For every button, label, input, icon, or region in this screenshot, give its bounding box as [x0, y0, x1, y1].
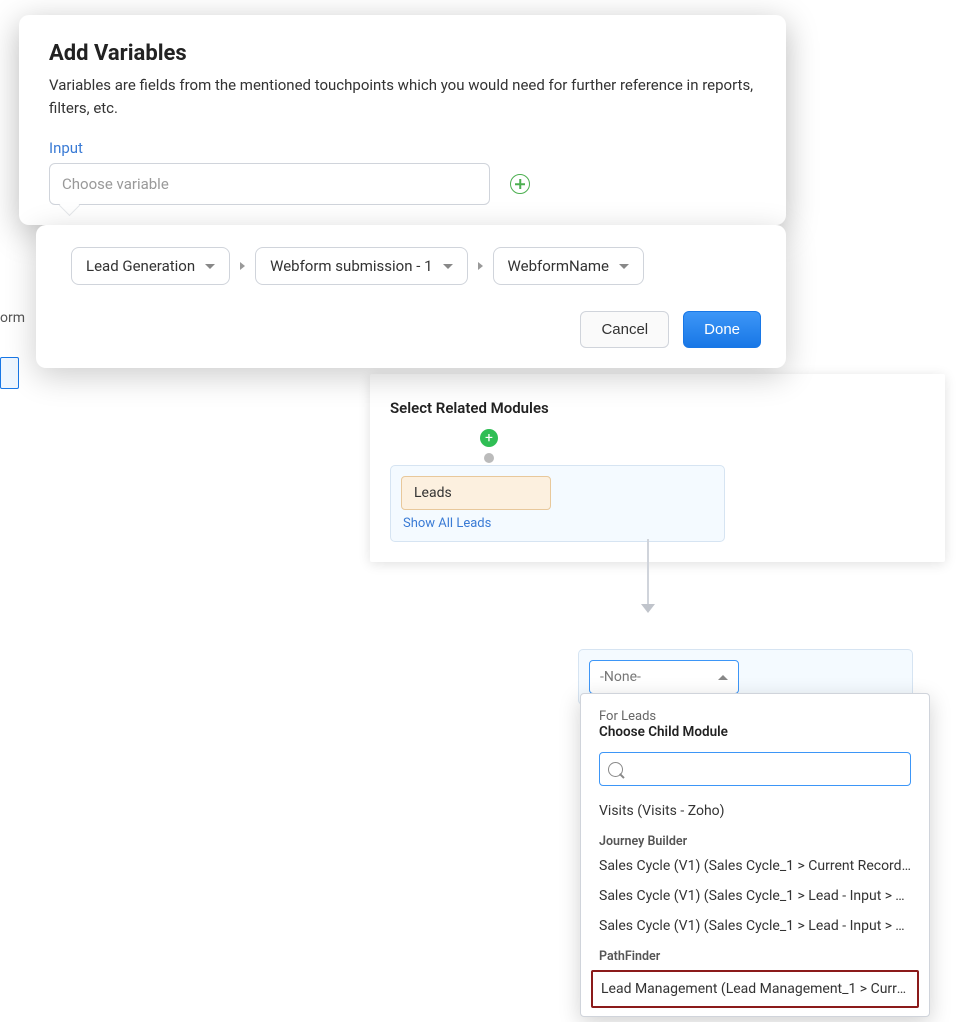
breadcrumb-sep: [240, 262, 245, 270]
done-button[interactable]: Done: [683, 311, 761, 348]
leads-chip[interactable]: Leads: [401, 476, 551, 510]
background-selected-box: [0, 357, 19, 389]
input-label: Input: [49, 139, 756, 157]
dropdown-context: For Leads: [599, 709, 656, 724]
cancel-button[interactable]: Cancel: [580, 311, 669, 348]
crumb-lead-generation[interactable]: Lead Generation: [71, 247, 230, 285]
choose-variable-placeholder: Choose variable: [62, 175, 169, 193]
child-module-select[interactable]: -None-: [589, 660, 739, 694]
chevron-up-icon: [718, 675, 728, 680]
breadcrumb: Lead Generation Webform submission - 1 W…: [71, 247, 761, 285]
dropdown-group-journey-builder: Journey Builder: [581, 826, 929, 851]
crumb-label: WebformName: [508, 257, 609, 275]
add-variables-dialog: Add Variables Variables are fields from …: [19, 15, 786, 225]
chevron-down-icon: [619, 264, 629, 269]
module-tree: + Leads Show All Leads: [390, 465, 925, 542]
search-icon: [608, 762, 623, 777]
dropdown-group-pathfinder: PathFinder: [581, 941, 929, 966]
related-modules-panel: Select Related Modules + Leads Show All …: [370, 374, 945, 562]
dropdown-item[interactable]: Sales Cycle (V1) (Sales Cycle_1 > Lead -…: [581, 911, 929, 941]
dropdown-item-visits[interactable]: Visits (Visits - Zoho): [581, 796, 929, 826]
leads-node: Leads Show All Leads: [390, 465, 725, 542]
dropdown-item[interactable]: Sales Cycle (V1) (Sales Cycle_1 > Lead -…: [581, 881, 929, 911]
dropdown-item-lead-management[interactable]: Lead Management (Lead Management_1 > Cur…: [591, 970, 919, 1008]
variable-picker-popup: Lead Generation Webform submission - 1 W…: [36, 225, 786, 368]
show-all-leads-link[interactable]: Show All Leads: [401, 516, 714, 531]
chevron-down-icon: [205, 264, 215, 269]
related-modules-title: Select Related Modules: [390, 399, 925, 417]
crumb-label: Lead Generation: [86, 257, 195, 275]
background-fragment: orm: [0, 310, 37, 332]
add-node-icon[interactable]: +: [480, 429, 498, 447]
dialog-actions: Cancel Done: [71, 311, 761, 348]
choose-variable-input[interactable]: Choose variable: [49, 163, 490, 205]
dropdown-header: For Leads Choose Child Module: [581, 709, 929, 744]
crumb-webform-submission[interactable]: Webform submission - 1: [255, 247, 467, 285]
crumb-label: Webform submission - 1: [270, 257, 432, 275]
tree-connector-line: [647, 539, 649, 605]
dialog-description: Variables are fields from the mentioned …: [49, 74, 756, 119]
variable-row: Choose variable: [49, 163, 756, 205]
breadcrumb-sep: [478, 262, 483, 270]
dialog-title: Add Variables: [49, 41, 756, 66]
dropdown-search-input[interactable]: [629, 760, 902, 778]
crumb-webform-name[interactable]: WebformName: [493, 247, 644, 285]
chevron-down-icon: [443, 264, 453, 269]
child-module-dropdown: For Leads Choose Child Module Visits (Vi…: [580, 693, 930, 1017]
node-connector-icon: [484, 453, 494, 463]
dropdown-item[interactable]: Sales Cycle (V1) (Sales Cycle_1 > Curren…: [581, 851, 929, 881]
select-value: -None-: [600, 669, 641, 685]
dropdown-title: Choose Child Module: [599, 724, 911, 740]
tree-arrow-down-icon: [641, 604, 655, 613]
dropdown-search[interactable]: [599, 752, 911, 786]
add-variable-icon[interactable]: [510, 174, 530, 194]
